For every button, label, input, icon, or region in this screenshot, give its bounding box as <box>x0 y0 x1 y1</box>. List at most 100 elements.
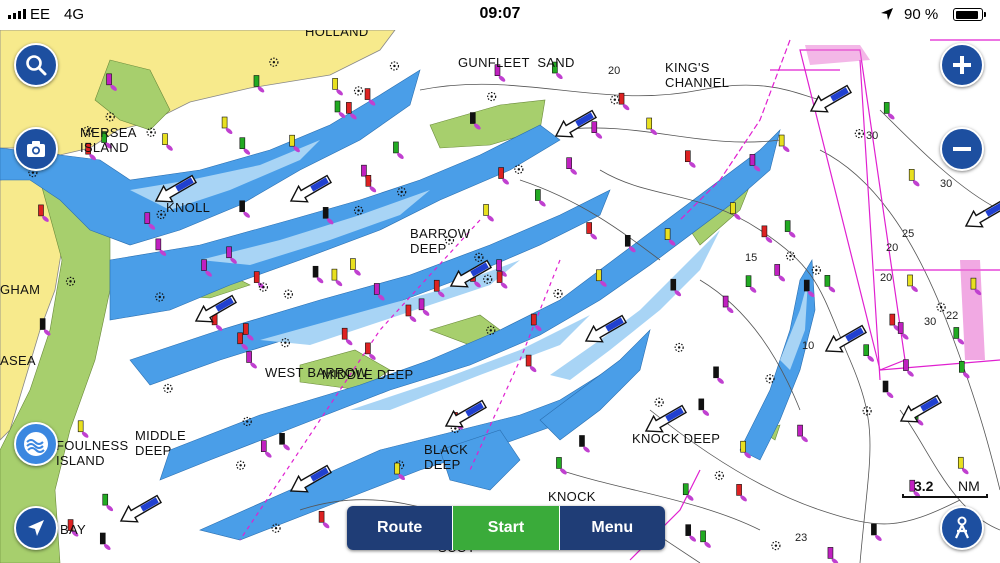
buoy-marker <box>496 271 503 283</box>
depth-label: 20 <box>608 65 621 77</box>
buoy-marker <box>364 88 371 100</box>
buoy-marker <box>242 323 249 335</box>
buoy-marker <box>596 269 602 282</box>
buoy-marker <box>685 524 692 536</box>
label-bay: BAY <box>60 522 86 537</box>
buoy-marker <box>863 344 870 357</box>
buoy-marker <box>77 420 84 433</box>
buoy-marker <box>698 398 705 411</box>
buoy-marker <box>784 220 791 232</box>
buoy-marker <box>405 304 412 317</box>
buoy-marker <box>883 102 890 114</box>
buoy-marker <box>670 278 677 291</box>
label-middle-deep-mid: MIDDLE DEEP <box>322 367 414 382</box>
camera-icon <box>27 141 45 157</box>
buoy-marker <box>221 116 228 129</box>
buoy-marker <box>373 283 380 295</box>
status-bar: EE 4G 09:07 90 % <box>0 0 1000 30</box>
bottom-action-bar: Route Start Menu <box>347 506 665 550</box>
depth-label: 15 <box>745 252 758 264</box>
buoy-marker <box>99 532 106 545</box>
buoy-marker <box>246 351 252 363</box>
depth-label: 20 <box>880 272 893 284</box>
locate-button[interactable] <box>14 506 58 550</box>
buoy-marker <box>586 222 592 234</box>
search-button[interactable] <box>14 43 58 87</box>
chart-canvas[interactable] <box>0 30 1000 563</box>
buoy-marker <box>470 112 476 124</box>
profile-button[interactable] <box>940 506 984 550</box>
buoy-marker <box>312 265 319 278</box>
depth-label: 22 <box>946 310 959 322</box>
camera-button[interactable] <box>14 127 58 171</box>
buoy-marker <box>749 154 756 166</box>
buoy-marker <box>740 440 746 453</box>
buoy-marker <box>525 354 532 367</box>
person-icon <box>955 516 969 539</box>
buoy-marker <box>897 322 904 334</box>
minus-icon <box>953 147 971 151</box>
battery-icon <box>953 8 986 21</box>
buoy-marker <box>332 78 338 90</box>
scale-unit: NM <box>958 478 980 494</box>
depth-label: 30 <box>940 178 953 190</box>
layers-button[interactable] <box>14 422 58 466</box>
buoy-marker <box>579 435 585 447</box>
buoy-marker <box>827 547 834 559</box>
buoy-marker <box>38 204 44 217</box>
buoy-marker <box>761 225 768 238</box>
buoy-marker <box>797 424 803 437</box>
menu-button[interactable]: Menu <box>559 506 665 550</box>
clock: 09:07 <box>479 5 521 22</box>
buoy-marker <box>498 167 504 179</box>
buoy-marker <box>322 207 329 219</box>
buoy-marker <box>624 235 631 247</box>
label-middle-deep-left: MIDDLE DEEP <box>135 428 186 458</box>
start-button[interactable]: Start <box>452 506 560 550</box>
zoom-in-button[interactable] <box>940 43 984 87</box>
buoy-marker <box>350 258 356 270</box>
buoy-marker <box>393 141 399 154</box>
waves-logo-icon <box>24 432 48 456</box>
buoy-marker <box>341 327 348 340</box>
buoy-marker <box>239 200 245 213</box>
buoy-marker <box>970 277 977 290</box>
label-holland: HOLLAND <box>305 30 369 39</box>
buoy-marker <box>162 133 168 146</box>
buoy-marker <box>361 164 367 177</box>
buoy-marker <box>566 157 572 169</box>
buoy-marker <box>713 366 719 379</box>
buoy-marker <box>907 274 913 287</box>
route-button[interactable]: Route <box>347 506 453 550</box>
label-gham: GHAM <box>0 282 41 297</box>
buoy-marker <box>722 295 729 308</box>
buoy-marker <box>144 212 151 224</box>
depth-label: 30 <box>866 130 879 142</box>
buoy-marker <box>289 134 295 147</box>
zoom-out-button[interactable] <box>940 127 984 171</box>
buoy-marker <box>958 361 965 373</box>
navigation-arrow-icon <box>28 520 44 536</box>
nautical-chart[interactable]: HOLLAND GUNFLEET SAND KING'S CHANNEL MER… <box>0 30 1000 563</box>
scale-bar: 3.2 NM <box>900 478 992 500</box>
plus-icon <box>953 56 971 74</box>
buoy-marker <box>736 484 742 496</box>
search-icon <box>26 55 47 76</box>
buoy-marker <box>871 523 877 536</box>
buoy-marker <box>889 313 896 326</box>
buoy-marker <box>774 264 781 276</box>
label-black-deep: BLACK DEEP <box>424 442 469 472</box>
label-kings-channel: KING'S CHANNEL <box>665 60 730 90</box>
label-mersea-island: MERSEA ISLAND <box>80 125 137 155</box>
label-gunfleet-sand: GUNFLEET SAND <box>458 55 575 70</box>
buoy-marker <box>253 271 260 283</box>
buoy-marker <box>803 279 810 292</box>
scale-line <box>902 494 988 498</box>
buoy-marker <box>365 342 371 355</box>
buoy-marker <box>237 332 243 345</box>
buoy-marker <box>253 75 260 87</box>
buoy-marker <box>664 228 671 240</box>
buoy-marker <box>331 268 338 281</box>
label-knoll: KNOLL <box>166 200 211 215</box>
buoy-marker <box>908 169 915 181</box>
